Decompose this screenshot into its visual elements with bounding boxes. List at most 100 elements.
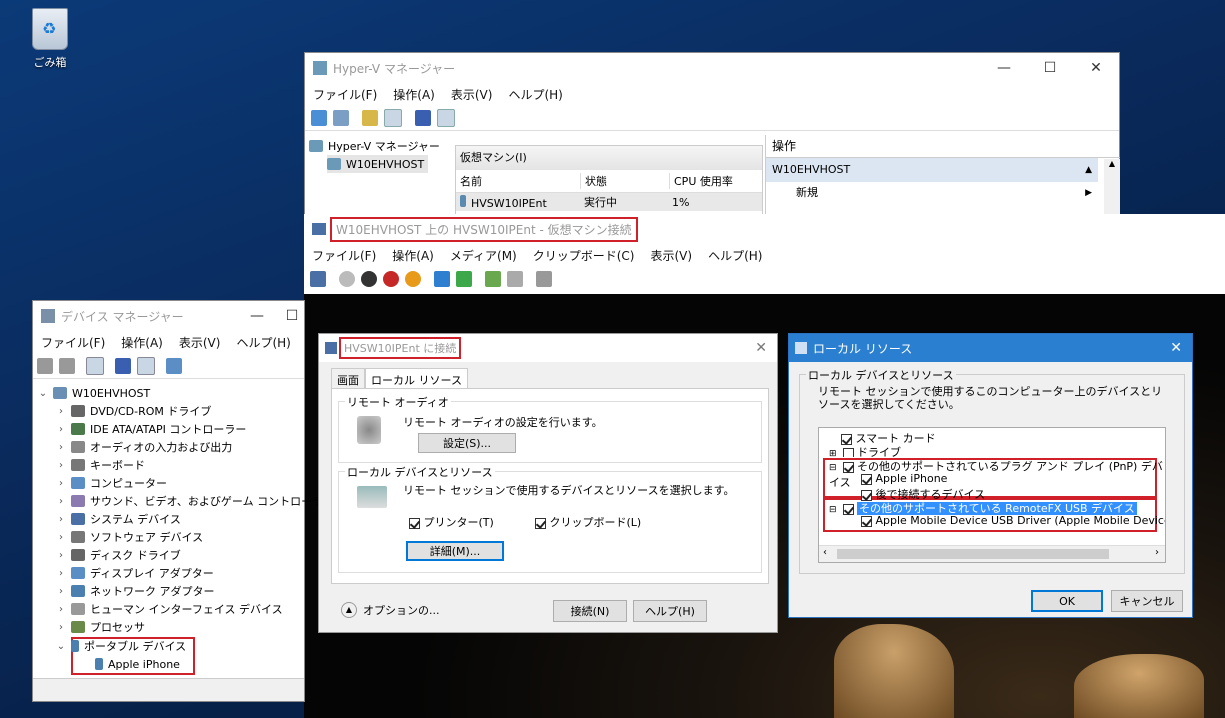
- tree-host[interactable]: W10EHVHOST: [327, 155, 429, 173]
- vmc-menu-clipboard[interactable]: クリップボード(C): [533, 247, 635, 264]
- vmc-menu-action[interactable]: 操作(A): [392, 247, 434, 264]
- shutdown-icon[interactable]: [383, 271, 399, 287]
- collapse-icon[interactable]: ▲: [1085, 158, 1092, 182]
- help-icon[interactable]: [115, 358, 131, 374]
- chevron-right-icon[interactable]: ›: [55, 514, 67, 525]
- close-button[interactable]: ✕: [1073, 53, 1119, 83]
- vm-row[interactable]: HVSW10IPEnt 実行中 1%: [456, 193, 762, 211]
- devmgr-menu-file[interactable]: ファイル(F): [41, 334, 105, 351]
- chevron-right-icon[interactable]: ›: [55, 550, 67, 561]
- chevron-right-icon[interactable]: ›: [55, 406, 67, 417]
- pause-icon[interactable]: [434, 271, 450, 287]
- devmgr-menu-help[interactable]: ヘルプ(H): [236, 334, 290, 351]
- update-icon[interactable]: [137, 357, 155, 375]
- local-close-icon[interactable]: ✕: [1170, 340, 1182, 356]
- vmc-menu-help[interactable]: ヘルプ(H): [708, 247, 762, 264]
- col-name[interactable]: 名前: [456, 173, 580, 189]
- device-category-item[interactable]: › ディスク ドライブ: [55, 546, 181, 564]
- connect-help-button[interactable]: ヘルプ(H): [633, 600, 707, 622]
- device-category-item[interactable]: › DVD/CD-ROM ドライブ: [55, 402, 211, 420]
- actions-host-header[interactable]: W10EHVHOST ▲: [766, 158, 1098, 182]
- device-category-item[interactable]: › IDE ATA/ATAPI コントローラー: [55, 420, 246, 438]
- chevron-right-icon[interactable]: ›: [55, 532, 67, 543]
- monitor-icon[interactable]: [166, 358, 182, 374]
- ok-button[interactable]: OK: [1031, 590, 1103, 612]
- recycle-bin[interactable]: ♻ ごみ箱: [24, 8, 76, 70]
- device-category-item[interactable]: › コンピューター: [55, 474, 167, 492]
- audio-settings-button[interactable]: 設定(S)...: [418, 433, 516, 453]
- chevron-right-icon[interactable]: ›: [55, 622, 67, 633]
- chevron-right-icon[interactable]: ›: [55, 604, 67, 615]
- chevron-right-icon[interactable]: ›: [55, 478, 67, 489]
- revert-icon[interactable]: [507, 271, 523, 287]
- show-tree-icon[interactable]: [384, 109, 402, 127]
- devmgr-maximize-button[interactable]: ☐: [280, 301, 304, 331]
- options-toggle[interactable]: ▲ オプションの...: [341, 602, 440, 618]
- forward-arrow-icon[interactable]: [333, 110, 349, 126]
- action-new[interactable]: 新規 ▶: [766, 182, 1098, 204]
- start-icon[interactable]: [339, 271, 355, 287]
- col-cpu[interactable]: CPU 使用率: [669, 173, 733, 189]
- chevron-right-icon[interactable]: ›: [55, 496, 67, 507]
- resume-icon[interactable]: [456, 271, 472, 287]
- checkpoint-icon[interactable]: [485, 271, 501, 287]
- back-arrow-icon[interactable]: [37, 358, 53, 374]
- device-category-item[interactable]: › システム デバイス: [55, 510, 181, 528]
- enhanced-session-icon[interactable]: [536, 271, 552, 287]
- menu-action[interactable]: 操作(A): [393, 86, 435, 103]
- device-category-item[interactable]: › サウンド、ビデオ、およびゲーム コントローラー: [55, 492, 334, 510]
- connect-close-icon[interactable]: ✕: [755, 340, 767, 356]
- properties-icon[interactable]: [86, 357, 104, 375]
- tree-root-host[interactable]: ⌄ W10EHVHOST: [37, 384, 150, 402]
- device-category-item[interactable]: › ヒューマン インターフェイス デバイス: [55, 600, 283, 618]
- details-button[interactable]: 詳細(M)...: [406, 541, 504, 561]
- device-category-item[interactable]: › プロセッサ: [55, 618, 145, 636]
- scroll-thumb[interactable]: [837, 549, 1109, 559]
- list-hscrollbar[interactable]: ‹ ›: [819, 545, 1165, 562]
- tree-apple-iphone[interactable]: Apple iPhone: [95, 655, 180, 673]
- vmc-menu-view[interactable]: 表示(V): [651, 247, 693, 264]
- back-arrow-icon[interactable]: [311, 110, 327, 126]
- list-drives[interactable]: ⊞ ドライブ: [829, 444, 901, 457]
- chevron-right-icon[interactable]: ›: [55, 586, 67, 597]
- menu-file[interactable]: ファイル(F): [313, 86, 377, 103]
- menu-help[interactable]: ヘルプ(H): [508, 86, 562, 103]
- list-pnp-iphone[interactable]: Apple iPhone: [861, 472, 947, 485]
- connect-button[interactable]: 接続(N): [553, 600, 627, 622]
- device-category-item[interactable]: › キーボード: [55, 456, 145, 474]
- clipboard-checkbox[interactable]: クリップボード(L): [535, 514, 641, 530]
- vmc-menu-media[interactable]: メディア(M): [450, 247, 517, 264]
- folder-up-icon[interactable]: [362, 110, 378, 126]
- action-pane-icon[interactable]: [437, 109, 455, 127]
- list-remotefx-apple-driver[interactable]: Apple Mobile Device USB Driver (Apple Mo…: [861, 514, 1165, 527]
- maximize-button[interactable]: ☐: [1027, 53, 1073, 83]
- collapse-icon[interactable]: ⊟: [829, 463, 839, 473]
- devmgr-menu-view[interactable]: 表示(V): [179, 334, 221, 351]
- tree-hyperv-root[interactable]: Hyper-V マネージャー: [309, 137, 440, 155]
- tree-portable-devices[interactable]: ⌄ ポータブル デバイス: [55, 637, 186, 655]
- help-icon[interactable]: [415, 110, 431, 126]
- printer-checkbox[interactable]: プリンター(T): [409, 514, 494, 530]
- actions-scrollbar[interactable]: ▲: [1104, 159, 1120, 221]
- scroll-left-icon[interactable]: ‹: [823, 547, 827, 558]
- device-category-item[interactable]: › ネットワーク アダプター: [55, 582, 215, 600]
- devmgr-menu-action[interactable]: 操作(A): [121, 334, 163, 351]
- expand-icon[interactable]: ⊞: [829, 449, 839, 457]
- device-category-item[interactable]: › ディスプレイ アダプター: [55, 564, 214, 582]
- menu-view[interactable]: 表示(V): [451, 86, 493, 103]
- cancel-button[interactable]: キャンセル: [1111, 590, 1183, 612]
- chevron-right-icon[interactable]: ›: [55, 460, 67, 471]
- device-category-item[interactable]: › オーディオの入力および出力: [55, 438, 232, 456]
- save-state-icon[interactable]: [405, 271, 421, 287]
- chevron-right-icon[interactable]: ›: [55, 568, 67, 579]
- scroll-right-icon[interactable]: ›: [1155, 547, 1159, 558]
- ctrl-alt-del-icon[interactable]: [310, 271, 326, 287]
- col-state[interactable]: 状態: [580, 173, 669, 189]
- device-category-item[interactable]: › ソフトウェア デバイス: [55, 528, 203, 546]
- turn-off-icon[interactable]: [361, 271, 377, 287]
- devmgr-minimize-button[interactable]: —: [234, 301, 280, 331]
- vmc-menu-file[interactable]: ファイル(F): [312, 247, 376, 264]
- minimize-button[interactable]: —: [981, 53, 1027, 83]
- forward-arrow-icon[interactable]: [59, 358, 75, 374]
- chevron-right-icon[interactable]: ›: [55, 442, 67, 453]
